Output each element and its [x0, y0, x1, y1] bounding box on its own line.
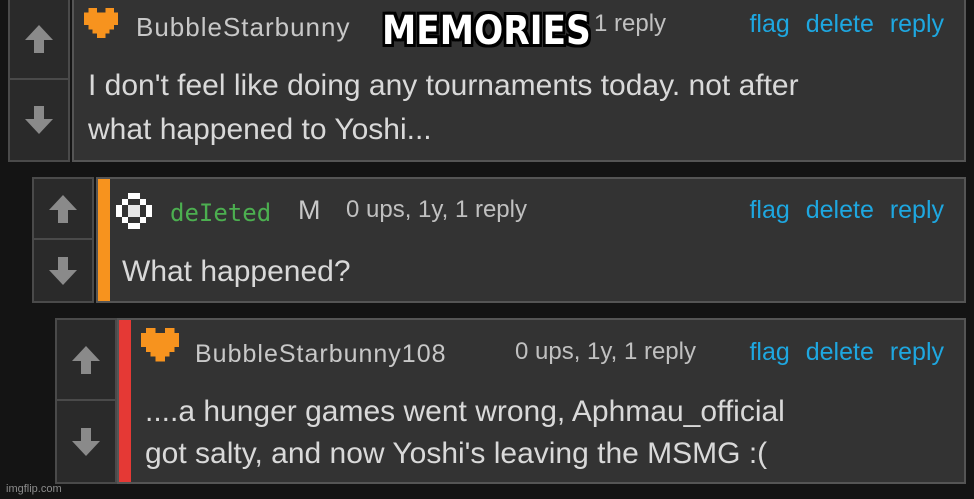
checker-pixel-icon — [116, 193, 152, 229]
mod-badge: M — [298, 195, 321, 225]
arrow-up-icon — [25, 25, 53, 53]
comment-body: BubbleStarbunny108 0 ups, 1y, 1 reply fl… — [117, 318, 966, 484]
comment-text-line-2: what happened to Yoshi... — [88, 113, 432, 146]
arrow-down-icon — [25, 106, 53, 134]
downvote-button[interactable] — [10, 80, 68, 160]
downvote-button[interactable] — [34, 240, 92, 301]
reply-link[interactable]: reply — [890, 338, 944, 366]
flag-link[interactable]: flag — [749, 338, 789, 366]
watermark: imgflip.com — [6, 483, 62, 495]
comment-meta: 0 ups, 1y, 1 reply — [515, 338, 696, 365]
arrow-down-icon — [72, 427, 100, 456]
comment-text-line-1: What happened? — [122, 255, 351, 288]
comment-actions: flag delete reply — [740, 196, 944, 225]
flag-link[interactable]: flag — [749, 196, 789, 224]
reply-link[interactable]: reply — [890, 196, 944, 224]
delete-link[interactable]: delete — [806, 10, 874, 38]
comment-text-line-2: got salty, and now Yoshi's leaving the M… — [145, 437, 768, 470]
comment-header: BubbleStarbunny108 0 ups, 1y, 1 reply fl… — [119, 320, 964, 372]
heart-pixel-icon — [141, 328, 179, 362]
vote-column — [8, 0, 70, 162]
upvote-button[interactable] — [34, 179, 92, 240]
comment-text-line-1: I don't feel like doing any tournaments … — [88, 69, 799, 102]
comment-2: deIeted M 0 ups, 1y, 1 reply flag delete… — [32, 177, 966, 303]
arrow-up-icon — [72, 345, 100, 374]
vote-column — [32, 177, 94, 303]
heart-pixel-icon — [84, 8, 118, 38]
username[interactable]: BubbleStarbunny108 — [195, 340, 447, 369]
vote-column — [55, 318, 117, 484]
comment-3: BubbleStarbunny108 0 ups, 1y, 1 reply fl… — [55, 318, 966, 484]
username[interactable]: deIeted — [170, 199, 271, 227]
arrow-down-icon — [49, 256, 77, 285]
username[interactable]: BubbleStarbunny — [136, 12, 350, 43]
delete-link[interactable]: delete — [806, 338, 874, 366]
meme-caption: MEMORIES — [382, 8, 591, 54]
delete-link[interactable]: delete — [806, 196, 874, 224]
comment-text-line-1: ....a hunger games went wrong, Aphmau_of… — [145, 395, 785, 428]
flag-link[interactable]: flag — [749, 10, 789, 38]
comment-actions: flag delete reply — [740, 10, 944, 39]
upvote-button[interactable] — [57, 320, 115, 401]
comment-actions: flag delete reply — [740, 338, 944, 367]
comment-meta: 0 ups, 1y, 1 reply — [346, 196, 527, 223]
comment-header: deIeted M 0 ups, 1y, 1 reply flag delete… — [98, 179, 964, 231]
arrow-up-icon — [49, 194, 77, 223]
reply-link[interactable]: reply — [890, 10, 944, 38]
upvote-button[interactable] — [10, 0, 68, 80]
downvote-button[interactable] — [57, 401, 115, 482]
comment-body: deIeted M 0 ups, 1y, 1 reply flag delete… — [96, 177, 966, 303]
comment-meta: 1 reply — [594, 10, 667, 37]
